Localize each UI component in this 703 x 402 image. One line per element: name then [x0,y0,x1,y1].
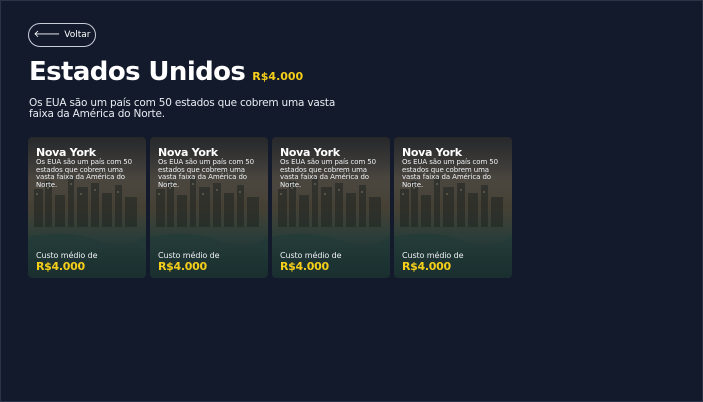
destination-card[interactable]: Nova York Os EUA são um país com 50 esta… [272,137,390,278]
title-price: R$4.000 [252,70,304,83]
card-price: R$4.000 [280,260,329,273]
card-cost-label: Custo médio de [402,251,464,260]
back-button[interactable]: 🡐 Voltar [28,23,96,47]
card-cost-label: Custo médio de [158,251,220,260]
destination-card[interactable]: Nova York Os EUA são um país com 50 esta… [394,137,512,278]
page-header: Estados Unidos R$4.000 [29,57,303,87]
destination-card[interactable]: Nova York Os EUA são um país com 50 esta… [150,137,268,278]
card-description: Os EUA são um país com 50 estados que co… [280,158,376,189]
card-description: Os EUA são um país com 50 estados que co… [36,158,132,189]
card-price: R$4.000 [36,260,85,273]
destination-cards: Nova York Os EUA são um país com 50 esta… [28,137,512,278]
page-description: Os EUA são um país com 50 estados que co… [29,97,336,120]
card-cost-label: Custo médio de [36,251,98,260]
card-price: R$4.000 [402,260,451,273]
page: 🡐 Voltar Estados Unidos R$4.000 Os EUA s… [0,0,703,402]
card-description: Os EUA são um país com 50 estados que co… [158,158,254,189]
arrow-left-icon: 🡐 [33,29,61,40]
back-button-label: Voltar [64,30,91,40]
page-title: Estados Unidos [29,57,246,87]
card-cost-label: Custo médio de [280,251,342,260]
card-price: R$4.000 [158,260,207,273]
card-description: Os EUA são um país com 50 estados que co… [402,158,498,189]
destination-card[interactable]: Nova York Os EUA são um país com 50 esta… [28,137,146,278]
